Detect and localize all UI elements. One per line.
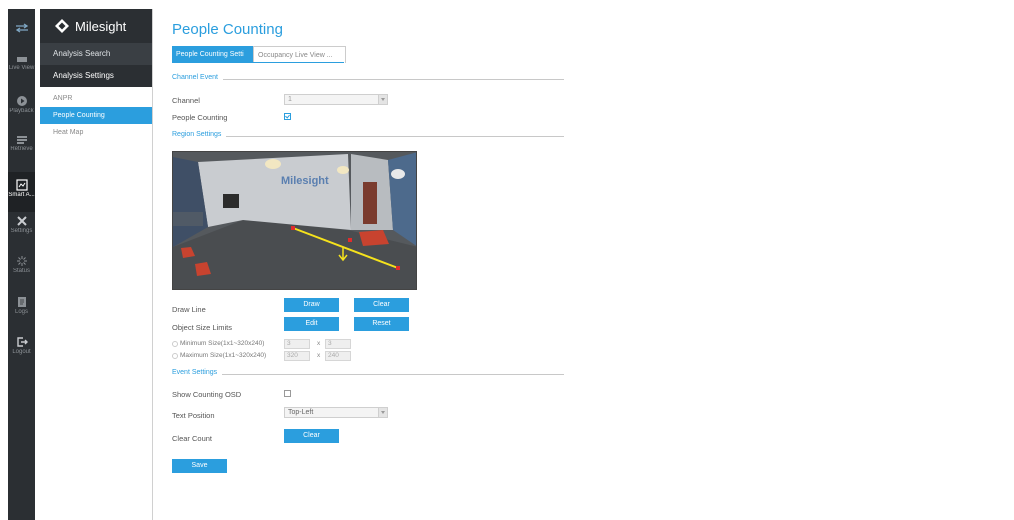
min-width-input[interactable]: 3 bbox=[284, 339, 310, 349]
rail-item-logout[interactable]: Logout bbox=[8, 336, 35, 355]
brand-logo: Milesight bbox=[40, 9, 152, 43]
text-position-select[interactable]: Top-Left bbox=[284, 407, 388, 418]
camera-scene bbox=[173, 152, 416, 289]
max-height-input[interactable]: 240 bbox=[325, 351, 351, 361]
min-height-input[interactable]: 3 bbox=[325, 339, 351, 349]
rail-item-toggle[interactable] bbox=[8, 23, 35, 33]
chevron-down-icon bbox=[378, 95, 387, 104]
people-counting-checkbox[interactable] bbox=[284, 113, 291, 120]
section-divider bbox=[172, 136, 564, 137]
settings-wrench-icon bbox=[16, 216, 27, 226]
text-position-value: Top-Left bbox=[288, 409, 314, 416]
analysis-nav: Milesight Analysis Search Analysis Setti… bbox=[40, 9, 153, 520]
camera-brand-text: Milesight bbox=[281, 175, 329, 187]
nav-item-heat-map[interactable]: Heat Map bbox=[40, 124, 152, 141]
rail-label-playback: Playback bbox=[9, 108, 34, 114]
clear-line-button[interactable]: Clear bbox=[354, 298, 409, 312]
logs-icon bbox=[17, 297, 26, 307]
section-channel-event: Channel Event bbox=[172, 74, 564, 84]
status-icon bbox=[16, 256, 27, 266]
max-width-input[interactable]: 320 bbox=[284, 351, 310, 361]
page-title: People Counting bbox=[172, 21, 283, 38]
rail-label-smart-analysis: Smart A... bbox=[8, 192, 35, 198]
draw-line-label: Draw Line bbox=[172, 305, 206, 314]
section-title: Region Settings bbox=[172, 131, 227, 138]
section-event-settings: Event Settings bbox=[172, 369, 564, 379]
max-size-label: Maximum Size(1x1~320x240) bbox=[180, 352, 267, 359]
rail-item-smart-analysis[interactable]: Smart A... bbox=[8, 172, 35, 212]
min-size-label: Minimum Size(1x1~320x240) bbox=[180, 340, 265, 347]
section-divider bbox=[172, 374, 564, 375]
section-divider bbox=[172, 79, 564, 80]
object-size-label: Object Size Limits bbox=[172, 323, 233, 332]
max-size-radio[interactable] bbox=[172, 353, 178, 359]
times-sign: x bbox=[317, 352, 321, 359]
rail-label-status: Status bbox=[12, 268, 30, 274]
channel-select[interactable]: 1 bbox=[284, 94, 388, 105]
logout-icon bbox=[16, 337, 28, 347]
times-sign: x bbox=[317, 340, 321, 347]
nav-analysis-search[interactable]: Analysis Search bbox=[40, 43, 152, 65]
edit-size-button[interactable]: Edit bbox=[284, 317, 339, 331]
tab-bar: People Counting Setti Occupancy Live Vie… bbox=[172, 46, 346, 63]
playback-icon bbox=[16, 96, 27, 106]
tab-people-counting-settings[interactable]: People Counting Setti bbox=[172, 46, 253, 63]
rail-item-live-view[interactable]: Live View bbox=[8, 55, 35, 71]
live-view-icon bbox=[16, 57, 27, 62]
section-title: Event Settings bbox=[172, 369, 223, 376]
show-osd-checkbox[interactable] bbox=[284, 390, 291, 397]
camera-preview[interactable]: Milesight bbox=[172, 151, 417, 290]
rail-label-retrieve: Retrieve bbox=[10, 146, 33, 152]
section-region-settings: Region Settings bbox=[172, 131, 564, 141]
chevron-down-icon bbox=[378, 408, 387, 417]
draw-button[interactable]: Draw bbox=[284, 298, 339, 312]
save-button[interactable]: Save bbox=[172, 459, 227, 473]
text-position-label: Text Position bbox=[172, 411, 215, 420]
nav-item-people-counting[interactable]: People Counting bbox=[40, 107, 152, 124]
nav-item-anpr[interactable]: ANPR bbox=[40, 90, 152, 107]
min-size-radio[interactable] bbox=[172, 341, 178, 347]
rail-label-settings: Settings bbox=[10, 228, 33, 234]
rail-label-logout: Logout bbox=[12, 349, 31, 355]
rail-item-settings[interactable]: Settings bbox=[8, 215, 35, 234]
reset-size-button[interactable]: Reset bbox=[354, 317, 409, 331]
section-title: Channel Event bbox=[172, 74, 223, 81]
clear-count-button[interactable]: Clear bbox=[284, 429, 339, 443]
milesight-logo-icon bbox=[55, 19, 69, 33]
exchange-arrows-icon bbox=[15, 23, 28, 33]
icon-rail: Live View Playback Retrieve Smart A... S… bbox=[8, 9, 35, 520]
smart-analysis-icon bbox=[15, 179, 28, 191]
tab-occupancy-live-view[interactable]: Occupancy Live View ... bbox=[253, 46, 346, 63]
main-content: People Counting People Counting Setti Oc… bbox=[172, 0, 592, 520]
rail-item-retrieve[interactable]: Retrieve bbox=[8, 135, 35, 152]
rail-item-playback[interactable]: Playback bbox=[8, 95, 35, 114]
brand-name: Milesight bbox=[75, 18, 127, 34]
rail-item-status[interactable]: Status bbox=[8, 255, 35, 274]
people-counting-label: People Counting bbox=[172, 113, 228, 122]
tab-underline bbox=[172, 62, 344, 63]
show-osd-label: Show Counting OSD bbox=[172, 390, 242, 399]
channel-value: 1 bbox=[288, 96, 292, 103]
rail-label-logs: Logs bbox=[14, 309, 28, 315]
retrieve-icon bbox=[16, 136, 27, 144]
channel-label: Channel bbox=[172, 96, 200, 105]
nav-analysis-settings[interactable]: Analysis Settings bbox=[40, 65, 152, 87]
rail-label-live-view: Live View bbox=[8, 65, 35, 71]
rail-item-logs[interactable]: Logs bbox=[8, 296, 35, 315]
clear-count-label: Clear Count bbox=[172, 434, 213, 443]
